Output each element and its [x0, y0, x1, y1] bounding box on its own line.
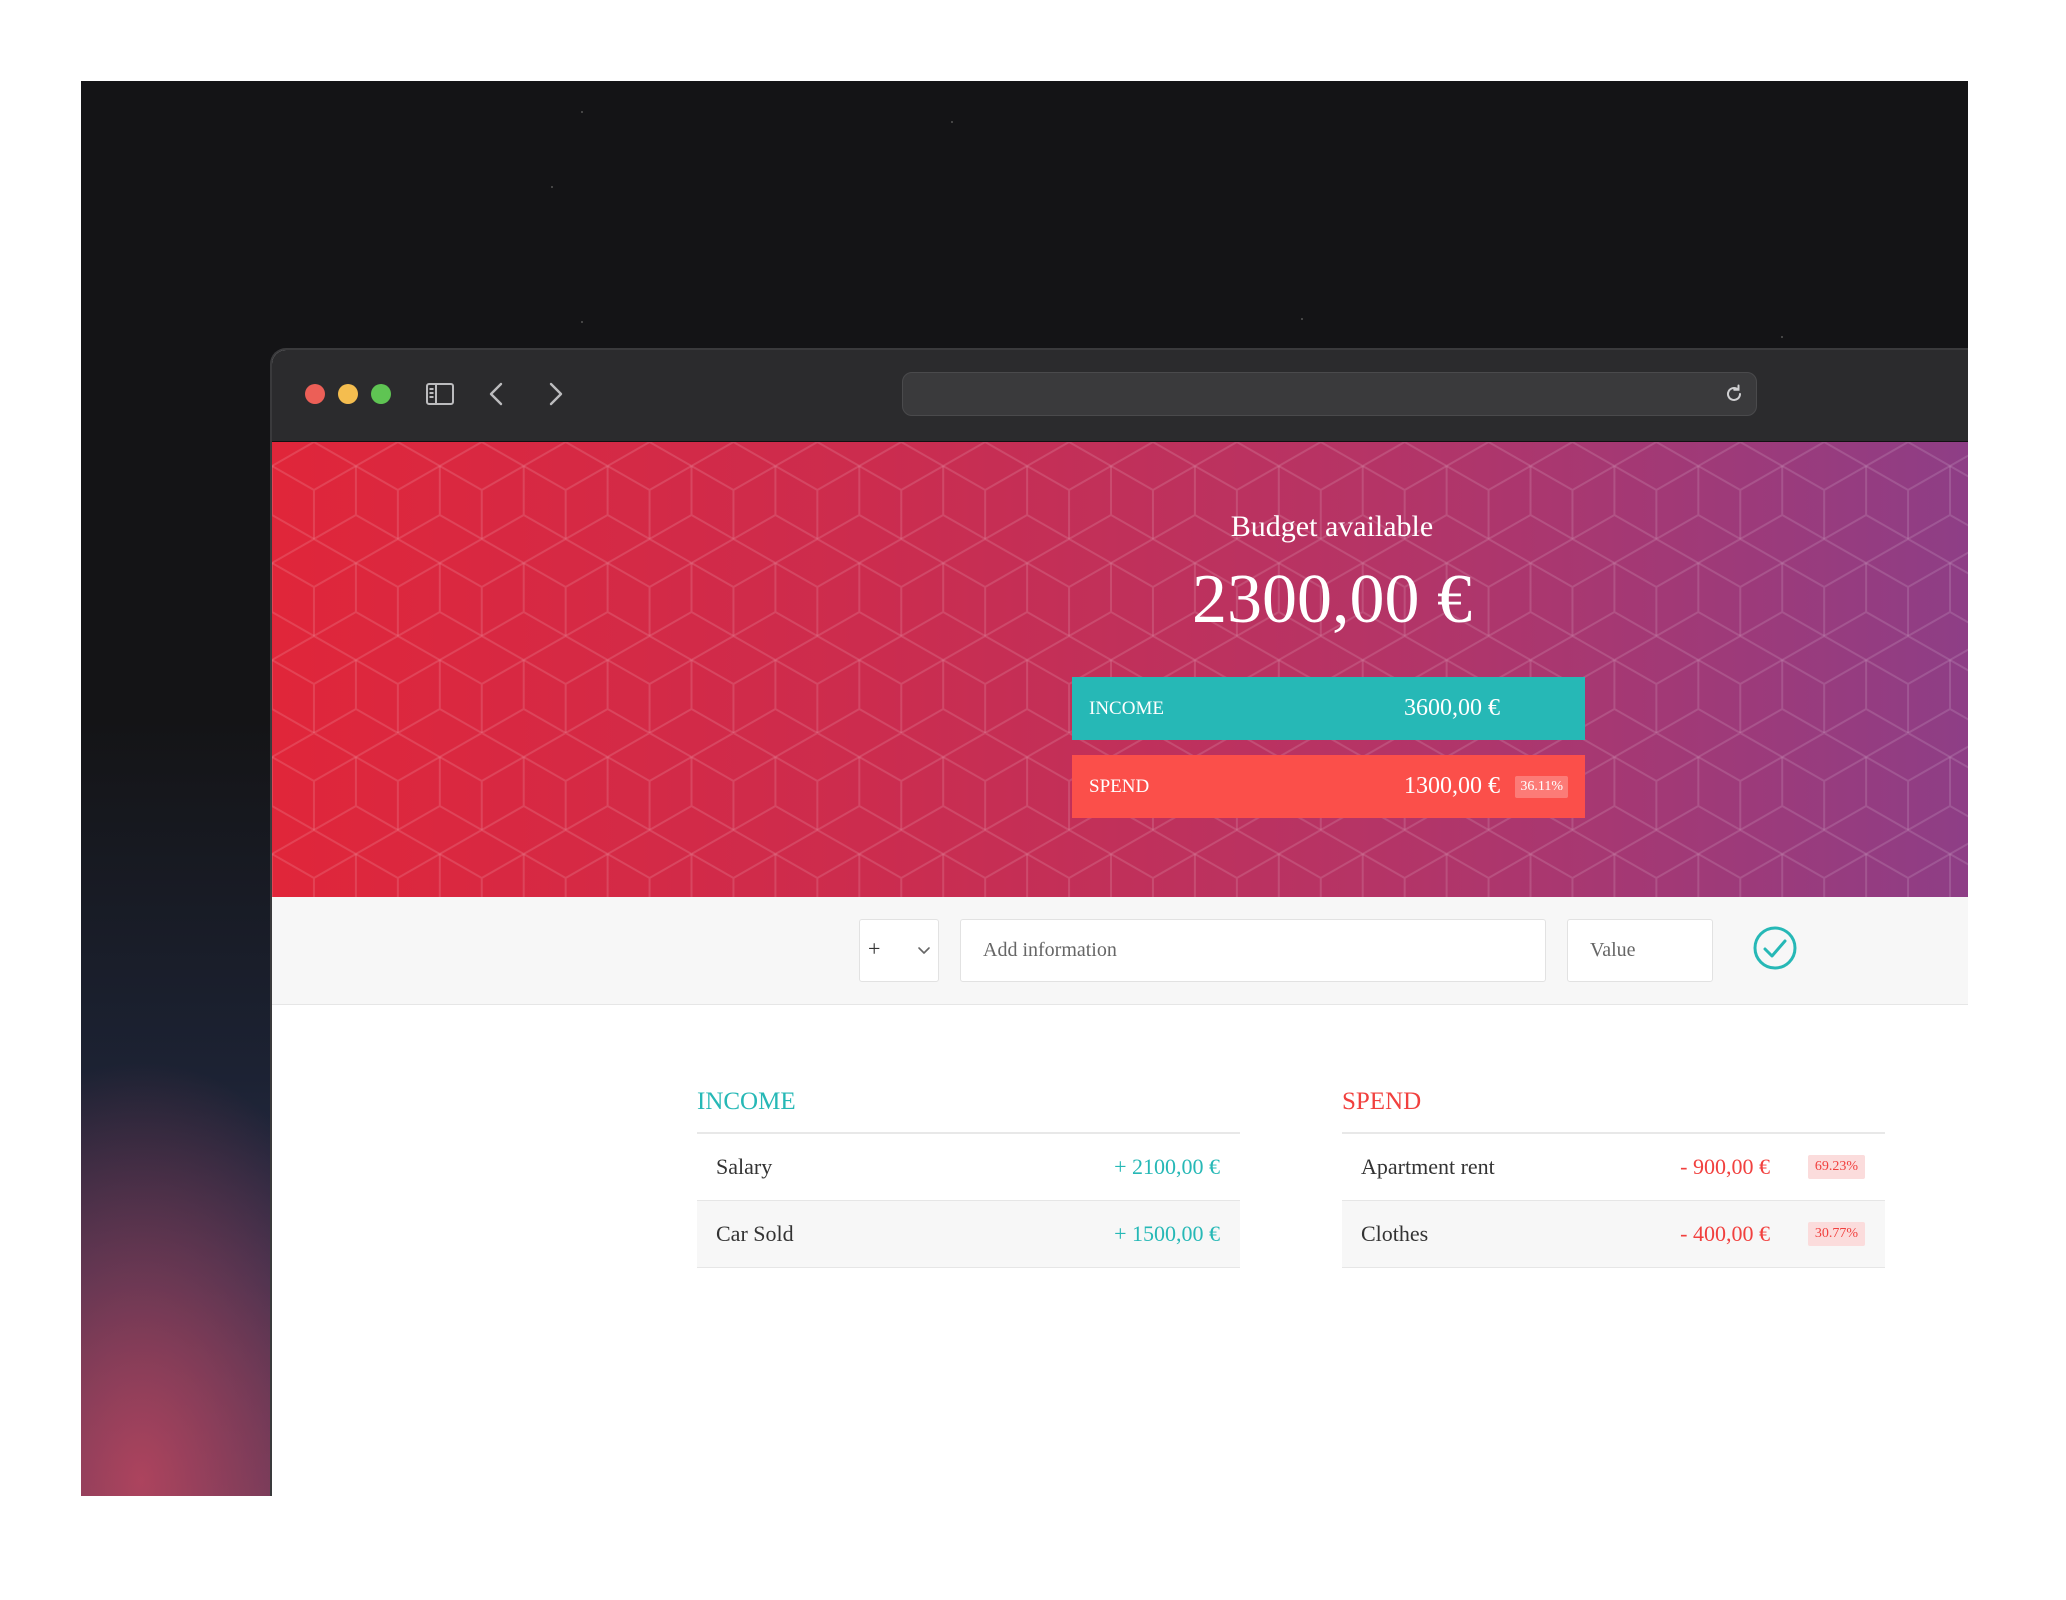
sidebar-toggle-icon[interactable] — [425, 380, 455, 408]
chevron-down-icon — [918, 947, 930, 954]
income-item-description: Car Sold — [716, 1221, 794, 1246]
spend-summary-label: SPEND — [1089, 775, 1150, 797]
income-list: INCOME Salary + 2100,00 € Car Sold + 150… — [697, 1088, 1240, 1268]
spend-item-value: - 900,00 € — [1680, 1154, 1770, 1179]
minimize-window-button[interactable] — [338, 384, 358, 404]
spend-row: Clothes - 400,00 € 30.77% — [1342, 1201, 1885, 1268]
value-input[interactable] — [1567, 919, 1713, 982]
spend-list: SPEND Apartment rent - 900,00 € 69.23% C… — [1342, 1088, 1885, 1268]
budget-title: Budget available — [1230, 510, 1434, 543]
maximize-window-button[interactable] — [371, 384, 391, 404]
address-bar[interactable] — [902, 372, 1757, 416]
reload-icon[interactable] — [1722, 382, 1746, 406]
income-item-value: + 2100,00 € — [1114, 1154, 1220, 1179]
income-item-value: + 1500,00 € — [1114, 1221, 1220, 1246]
budget-amount: 2300,00 € — [1192, 561, 1472, 638]
income-summary-value: 3600,00 € — [1404, 695, 1500, 721]
income-summary: INCOME 3600,00 € — [1072, 677, 1585, 740]
income-item-description: Salary — [716, 1154, 773, 1179]
entry-type-select[interactable]: + — [859, 919, 939, 982]
income-row: Car Sold + 1500,00 € — [697, 1201, 1240, 1268]
spend-item-description: Apartment rent — [1361, 1154, 1495, 1179]
spend-row: Apartment rent - 900,00 € 69.23% — [1342, 1134, 1885, 1201]
entry-type-value: + — [868, 936, 881, 961]
browser-window: Budget available 2300,00 € INCOME 3600,0… — [270, 348, 1968, 1496]
spend-item-value: - 400,00 € — [1680, 1221, 1770, 1246]
spend-item-percentage: 69.23% — [1807, 1155, 1865, 1179]
budget-header: Budget available 2300,00 € INCOME 3600,0… — [272, 442, 1968, 897]
checkmark-circle-icon[interactable] — [1752, 925, 1798, 971]
spend-summary-value: 1300,00 € — [1404, 773, 1500, 799]
browser-toolbar — [272, 350, 1968, 442]
description-input[interactable] — [960, 919, 1546, 982]
spend-list-title: SPEND — [1342, 1088, 1885, 1134]
back-icon[interactable] — [482, 380, 512, 408]
spend-percentage-badge: 36.11% — [1515, 775, 1568, 798]
spend-item-description: Clothes — [1361, 1221, 1429, 1246]
income-row: Salary + 2100,00 € — [697, 1134, 1240, 1201]
forward-icon[interactable] — [540, 380, 570, 408]
close-window-button[interactable] — [305, 384, 325, 404]
income-list-title: INCOME — [697, 1088, 1240, 1134]
spend-item-percentage: 30.77% — [1807, 1222, 1865, 1246]
add-entry-bar: + — [272, 897, 1968, 1005]
spend-summary: SPEND 1300,00 € 36.11% — [1072, 755, 1585, 818]
income-summary-label: INCOME — [1089, 697, 1164, 719]
